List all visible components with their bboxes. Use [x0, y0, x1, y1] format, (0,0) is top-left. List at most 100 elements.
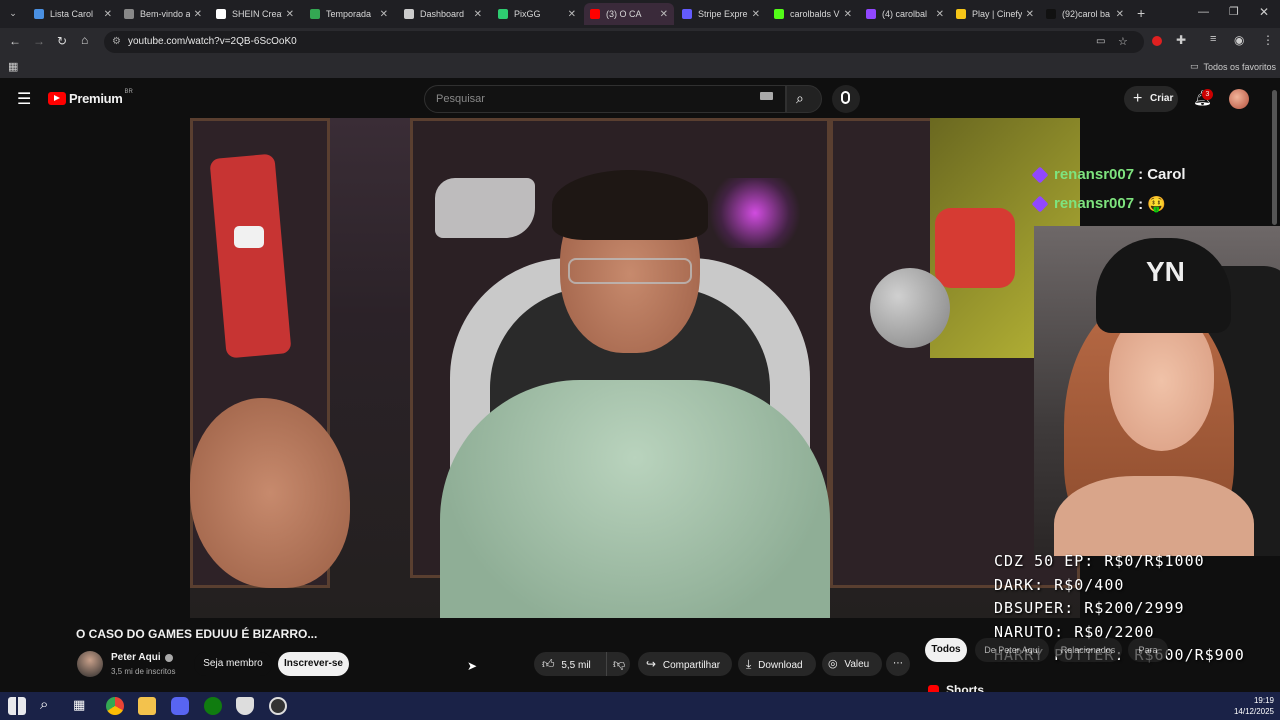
thumbs-down-icon[interactable]: 👎︎ [606, 652, 625, 676]
tab-title: Stripe Expre [698, 9, 748, 19]
tab-title: (92)carol ba [1062, 9, 1111, 19]
create-label: Criar [1150, 93, 1174, 104]
tab-close-icon[interactable]: ✕ [752, 9, 760, 20]
tab-search-icon[interactable]: ⌄ [6, 6, 20, 20]
tab-close-icon[interactable]: ✕ [660, 9, 668, 20]
notifications-badge: 3 [1202, 89, 1213, 100]
forward-icon[interactable]: → [33, 34, 45, 48]
back-icon[interactable]: ← [9, 34, 21, 48]
video-bg-youtube-logo [234, 226, 264, 248]
create-button[interactable]: + Criar [1124, 86, 1178, 112]
tab-close-icon[interactable]: ✕ [568, 9, 576, 20]
tab-close-icon[interactable]: ✕ [286, 9, 294, 20]
tab-close-icon[interactable]: ✕ [1026, 9, 1034, 20]
new-tab-icon[interactable]: + [1137, 5, 1145, 21]
browser-tab[interactable]: Dashboard ✕ [398, 3, 488, 25]
hamburger-menu-icon[interactable]: ☰ [17, 89, 31, 109]
tab-close-icon[interactable]: ✕ [474, 9, 482, 20]
chip-related[interactable]: Relacionados [1054, 638, 1122, 662]
tab-favicon-icon [34, 9, 44, 19]
browser-tab[interactable]: Temporada ✕ [304, 3, 394, 25]
browser-tab[interactable]: carolbalds V ✕ [768, 3, 858, 25]
mouse-cursor: ➤ [467, 659, 478, 673]
tab-close-icon[interactable]: ✕ [936, 9, 944, 20]
browser-tab[interactable]: Lista Carol ✕ [28, 3, 118, 25]
search-button[interactable]: ⌕ [786, 85, 822, 113]
search-input[interactable]: Pesquisar [424, 85, 786, 113]
video-player[interactable] [190, 118, 1080, 618]
channel-name[interactable]: Peter Aqui [111, 652, 173, 663]
voice-search-button[interactable] [832, 85, 860, 113]
tab-favicon-icon [866, 9, 876, 19]
install-icon[interactable]: ▭ [1096, 31, 1105, 53]
more-actions-button[interactable]: ⋯ [886, 652, 910, 676]
tab-close-icon[interactable]: ✕ [380, 9, 388, 20]
system-clock[interactable]: 19:19 14/12/2025 [1224, 695, 1274, 717]
discord-icon[interactable] [171, 697, 189, 715]
tab-close-icon[interactable]: ✕ [194, 9, 202, 20]
tab-title: (3) O CA [606, 9, 642, 19]
account-avatar[interactable] [1229, 89, 1249, 109]
browser-tab[interactable]: PixGG ✕ [492, 3, 582, 25]
logo-text: Premium [69, 91, 123, 106]
tab-close-icon[interactable]: ✕ [104, 9, 112, 20]
task-view-icon[interactable]: ▦ [73, 697, 85, 713]
extensions-icon[interactable]: ✚ [1176, 33, 1186, 47]
chip-for-you[interactable]: Para [1128, 638, 1168, 662]
youtube-logo[interactable]: Premium BR [48, 89, 133, 106]
browser-tab[interactable]: SHEIN Creat ✕ [210, 3, 300, 25]
tab-title: SHEIN Creat [232, 9, 282, 19]
obs-icon[interactable] [269, 697, 287, 715]
page-scrollbar[interactable] [1272, 90, 1277, 225]
chip-from-channel[interactable]: De Peter Aqui [975, 638, 1049, 662]
chrome-taskbar-icon[interactable] [106, 697, 124, 715]
thanks-icon: ◎ [828, 658, 838, 670]
extension-red-icon[interactable] [1152, 36, 1162, 46]
reload-icon[interactable]: ↻ [57, 34, 67, 48]
tab-close-icon[interactable]: ✕ [1116, 9, 1124, 20]
like-button[interactable]: 👍︎ 5,5 mil 👎︎ [534, 652, 630, 676]
browser-tab[interactable]: Bem-vindo a ✕ [118, 3, 208, 25]
browser-tab[interactable]: (92)carol ba ✕ [1040, 3, 1130, 25]
menu-kebab-icon[interactable]: ⋮ [1262, 33, 1274, 47]
file-explorer-icon[interactable] [138, 697, 156, 715]
search-icon: ⌕ [796, 90, 804, 106]
apps-grid-icon[interactable]: ▦ [8, 60, 18, 73]
join-button[interactable]: Seja membro [194, 652, 272, 676]
tab-title: carolbalds V [790, 9, 840, 19]
browser-tab-bar: ⌄ Lista Carol ✕ Bem-vindo a ✕ SHEIN Creat ✕ Te… [0, 0, 1280, 28]
browser-tab[interactable]: (3) O CA ✕ [584, 3, 674, 25]
site-info-icon[interactable]: ⚙ [112, 31, 121, 53]
tab-close-icon[interactable]: ✕ [844, 9, 852, 20]
thanks-button[interactable]: ◎ Valeu [822, 652, 882, 676]
windows-start-icon[interactable] [8, 697, 26, 715]
taskbar-search-icon[interactable]: ⌕ [40, 696, 48, 713]
share-button[interactable]: ↪ Compartilhar [638, 652, 732, 676]
thumbs-up-icon: 👍︎ [542, 657, 555, 671]
keyboard-icon[interactable] [760, 92, 773, 100]
chat-username: renansr007 [1054, 166, 1135, 183]
chip-all[interactable]: Todos [925, 638, 967, 662]
clock-time: 19:19 [1253, 696, 1274, 705]
home-icon[interactable]: ⌂ [81, 33, 88, 47]
minimize-icon[interactable]: — [1198, 6, 1209, 18]
clock-date: 14/12/2025 [1233, 707, 1274, 716]
maximize-icon[interactable]: ❐ [1229, 5, 1239, 18]
download-label: Download [758, 660, 803, 671]
all-bookmarks-folder[interactable]: ▭ Todos os favoritos [1190, 61, 1276, 72]
download-button[interactable]: ⤓ Download [738, 652, 816, 676]
bookmark-star-icon[interactable]: ☆ [1118, 31, 1128, 53]
browser-tab[interactable]: Play | Cinefy ✕ [950, 3, 1040, 25]
all-bookmarks-label: Todos os favoritos [1203, 61, 1277, 72]
browser-tab[interactable]: Stripe Expre ✕ [676, 3, 766, 25]
close-window-icon[interactable]: ✕ [1259, 5, 1269, 19]
subscribe-button[interactable]: Inscrever-se [278, 652, 349, 676]
channel-avatar[interactable] [77, 651, 103, 677]
app-shield-icon[interactable] [236, 697, 254, 715]
address-bar[interactable]: ⚙ youtube.com/watch?v=2QB-6ScOoK0 ▭ ☆ [104, 31, 1144, 53]
profile-icon[interactable]: ◉ [1234, 33, 1244, 47]
tab-favicon-icon [590, 9, 600, 19]
media-control-icon[interactable]: ≡ [1210, 33, 1216, 45]
xbox-icon[interactable] [204, 697, 222, 715]
browser-tab[interactable]: (4) carolbal ✕ [860, 3, 950, 25]
